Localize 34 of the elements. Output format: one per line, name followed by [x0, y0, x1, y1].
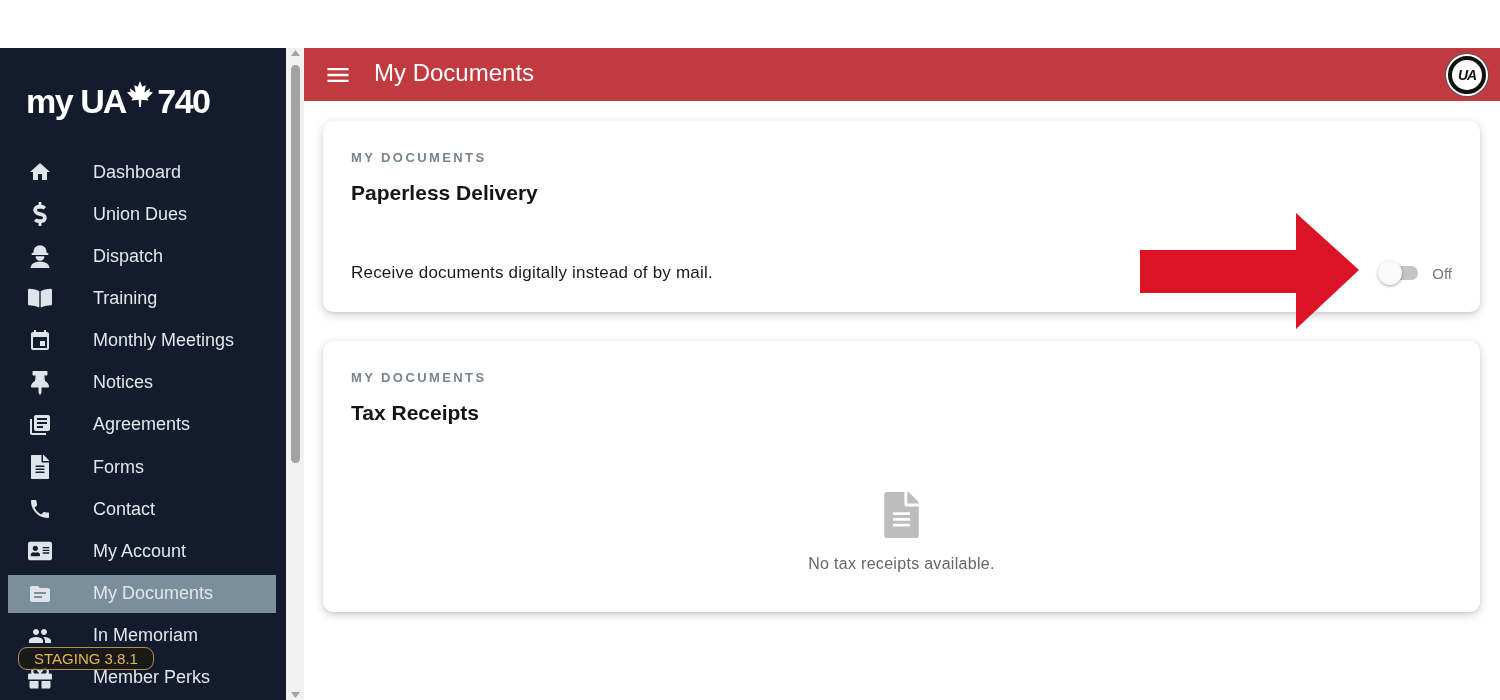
document-icon	[884, 492, 919, 538]
pushpin-icon	[28, 370, 52, 395]
sidebar-item[interactable]: Dispatch	[8, 237, 276, 276]
scroll-down-arrow-icon[interactable]	[290, 692, 300, 698]
empty-message: No tax receipts available.	[808, 555, 995, 573]
sidebar-item[interactable]: Monthly Meetings	[8, 321, 276, 360]
card-title: Tax Receipts	[351, 401, 480, 425]
scrollbar-thumb[interactable]	[290, 65, 300, 463]
sidebar-item[interactable]: Union Dues	[8, 195, 276, 234]
sidebar-item[interactable]: Notices	[8, 363, 276, 402]
worker-icon	[28, 244, 52, 269]
emblem-logo: UA	[1448, 55, 1486, 94]
scroll-up-arrow-icon[interactable]	[290, 50, 300, 56]
calendar-icon	[28, 328, 52, 353]
card-eyebrow: MY DOCUMENTS	[351, 370, 488, 386]
sidebar-item[interactable]: My Account	[8, 532, 276, 571]
document-stack-icon	[28, 412, 52, 437]
card-eyebrow: MY DOCUMENTS	[351, 150, 488, 166]
maple-leaf-icon	[127, 80, 154, 107]
scrollbar-track[interactable]	[286, 48, 304, 700]
setting-description: Receive documents digitally instead of by mail.	[351, 263, 714, 283]
logo-text: my	[26, 83, 73, 118]
sidebar-item[interactable]: Dashboard	[8, 153, 276, 191]
page-title: My Documents	[374, 58, 536, 87]
toggle-label: Off	[1432, 264, 1452, 282]
staging-version-toast: STAGING 3.8.1	[18, 647, 154, 670]
card-title: Paperless Delivery	[351, 181, 539, 205]
document-icon	[28, 455, 52, 480]
logo-mark: UA	[80, 83, 126, 118]
sidebar-item[interactable]: Agreements	[8, 405, 276, 444]
sidebar-item[interactable]: Contact	[8, 490, 276, 529]
logo-number: 740	[157, 83, 210, 118]
sidebar-item[interactable]: Forms	[8, 448, 276, 487]
sidebar-item[interactable]: Training	[8, 279, 276, 318]
